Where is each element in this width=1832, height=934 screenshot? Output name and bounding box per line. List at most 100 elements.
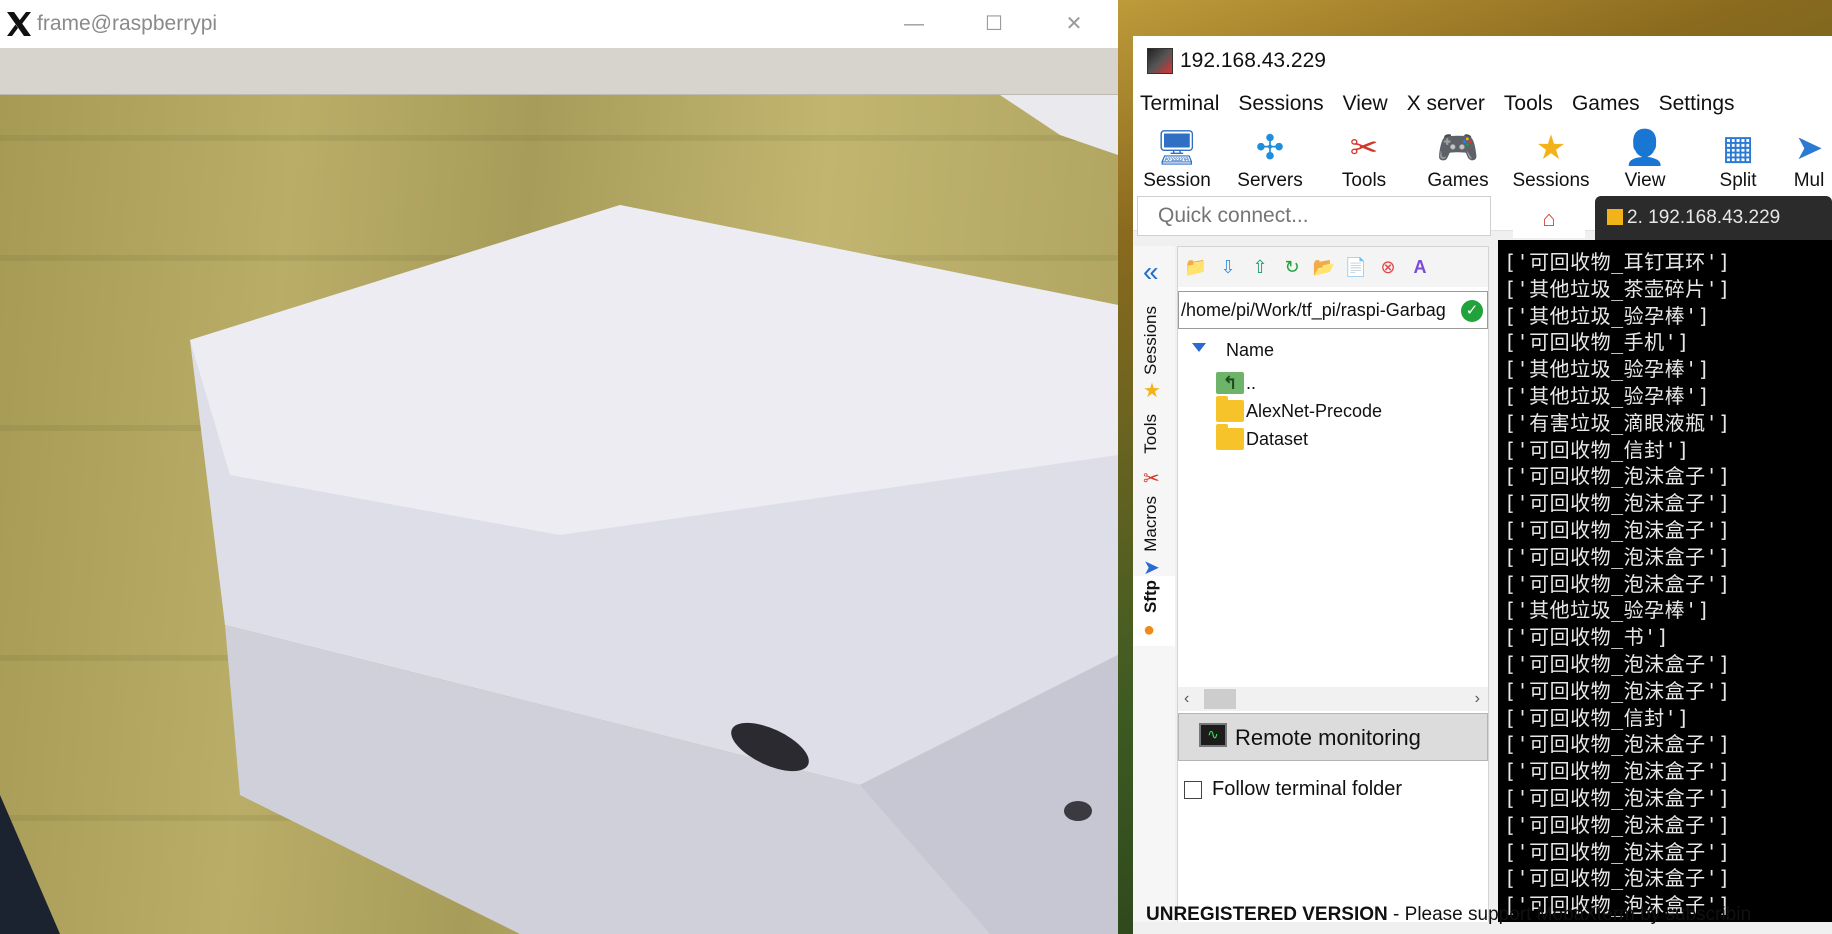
side-tab-bar: « Sessions ★ Tools ✂ Macros ➤ Sftp ● [1133,246,1175,934]
side-tab-tools-label: Tools [1141,414,1160,454]
session-label: Session [1143,170,1211,191]
parent-folder-icon[interactable]: 📁 [1184,255,1208,279]
rename-icon[interactable]: A [1408,255,1432,279]
servers-icon: ✣ [1255,129,1285,167]
sort-arrow-icon [1192,343,1206,352]
paper-plane-icon: ➤ [1143,557,1160,579]
file-name: AlexNet-Precode [1246,401,1383,421]
menu-settings[interactable]: Settings [1652,86,1747,120]
scroll-left-icon[interactable]: ‹ [1184,687,1189,711]
menu-terminal[interactable]: Terminal [1133,86,1231,120]
servers-label: Servers [1237,170,1303,191]
delete-icon[interactable]: ⊗ [1376,255,1400,279]
terminal-line: ['可回收物_泡沫盒子'] [1504,732,1731,757]
session-icon: 🖥 [1155,129,1199,167]
maximize-button[interactable]: ☐ [974,8,1014,40]
side-tab-sftp-label: Sftp [1141,580,1160,614]
side-tab-sessions[interactable]: Sessions ★ [1133,306,1175,411]
menu-view[interactable]: View [1336,86,1400,120]
mobaxterm-window-title: 192.168.43.229 [1180,49,1326,72]
split-icon: ▦ [1721,129,1755,167]
side-tab-sftp[interactable]: Sftp ● [1133,576,1175,646]
follow-terminal-folder-label: Follow terminal folder [1212,778,1403,800]
side-tab-macros[interactable]: Macros ➤ [1133,496,1175,586]
camera-window: frame@raspberrypi — ☐ ✕ [0,0,1118,934]
download-icon[interactable]: ⇩ [1216,255,1240,279]
file-row-parent[interactable]: ↰ .. [1216,369,1486,397]
upload-icon[interactable]: ⇧ [1248,255,1272,279]
menu-games[interactable]: Games [1565,86,1652,120]
mobaxterm-window: 192.168.43.229 Terminal Sessions View X … [1133,36,1832,934]
menu-tools[interactable]: Tools [1497,86,1565,120]
home-tab[interactable]: ⌂ [1513,200,1585,238]
mobaxterm-app-icon [1147,48,1173,74]
tools-icon: ✂ [1143,468,1160,490]
column-name: Name [1226,340,1275,360]
file-row-dataset[interactable]: Dataset [1216,424,1486,453]
session-tab-active[interactable]: 2. 192.168.43.229 [1595,196,1832,240]
tools-label: Tools [1341,170,1387,191]
terminal-line: ['可回收物_信封'] [1504,437,1690,462]
new-folder-icon[interactable]: 📂 [1312,255,1336,279]
sftp-browser: 📁 ⇩ ⇧ ↻ 📂 📄 ⊗ A /home/pi/Work/tf_pi/rasp… [1177,246,1489,934]
star-icon: ★ [1535,129,1567,167]
terminal-line: ['可回收物_手机'] [1504,330,1690,355]
quick-connect-input[interactable] [1137,196,1491,236]
sftp-path-field[interactable]: /home/pi/Work/tf_pi/raspi-Garbag ✓ [1178,291,1488,329]
terminal-line: ['有害垃圾_滴眼液瓶'] [1504,410,1731,435]
file-name: Dataset [1246,429,1309,449]
menu-bar: Terminal Sessions View X server Tools Ga… [1133,86,1832,120]
home-icon: ⌂ [1542,206,1556,231]
camera-window-titlebar[interactable]: frame@raspberrypi — ☐ ✕ [0,0,1118,48]
sftp-globe-icon: ● [1143,619,1156,641]
remote-monitoring-button[interactable]: ∿ Remote monitoring [1178,713,1488,761]
collapse-sidebar-icon[interactable]: « [1143,256,1159,288]
view-label: View [1624,170,1666,191]
terminal-output[interactable]: ['可回收物_耳钉耳环'] ['其他垃圾_茶壶碎片'] ['其他垃圾_验孕棒'] ['… [1498,240,1832,922]
terminal-line: ['可回收物_泡沫盒子'] [1504,464,1731,489]
terminal-line: ['可回收物_书'] [1504,625,1670,650]
terminal-line: ['可回收物_泡沫盒子'] [1504,491,1731,516]
sftp-path-text: /home/pi/Work/tf_pi/raspi-Garbag [1181,300,1446,320]
mobaxterm-titlebar[interactable]: 192.168.43.229 [1133,36,1832,86]
terminal-line: ['可回收物_泡沫盒子'] [1504,786,1731,810]
new-file-icon[interactable]: 📄 [1344,255,1368,279]
sessions-label: Sessions [1512,170,1590,191]
horizontal-scrollbar[interactable]: ‹ › [1178,687,1488,711]
remote-monitoring-label: Remote monitoring [1235,725,1421,750]
side-tab-macros-label: Macros [1141,496,1160,552]
scrollbar-thumb[interactable] [1204,689,1236,709]
file-row-alexnet[interactable]: AlexNet-Precode [1216,396,1486,425]
follow-terminal-folder-checkbox[interactable] [1184,781,1202,799]
unregistered-label: UNREGISTERED VERSION [1146,904,1388,925]
terminal-line: ['其他垃圾_验孕棒'] [1504,303,1711,328]
terminal-line: ['可回收物_信封'] [1504,705,1690,730]
terminal-line: ['其他垃圾_茶壶碎片'] [1504,276,1731,301]
camera-window-toolbar [0,48,1118,95]
terminal-line: ['可回收物_泡沫盒子'] [1504,652,1731,676]
folder-icon [1216,396,1244,422]
folder-icon [1216,424,1244,450]
camera-window-title: frame@raspberrypi [37,12,218,35]
terminal-line: ['可回收物_泡沫盒子'] [1504,518,1731,542]
close-button[interactable]: ✕ [1054,8,1094,40]
camera-frame-image [0,95,1118,934]
key-icon [1607,209,1623,225]
terminal-line: ['可回收物_泡沫盒子'] [1504,544,1731,569]
tools-icon: ✂ [1349,129,1379,167]
refresh-icon[interactable]: ↻ [1280,255,1304,279]
path-ok-icon[interactable]: ✓ [1461,300,1483,322]
minimize-button[interactable]: — [894,8,934,40]
menu-sessions[interactable]: Sessions [1231,86,1335,120]
star-icon: ★ [1143,380,1161,402]
terminal-line: ['可回收物_泡沫盒子'] [1504,571,1731,596]
menu-x-server[interactable]: X server [1400,86,1497,120]
session-tab-label: 2. 192.168.43.229 [1627,207,1781,228]
follow-terminal-folder-row[interactable]: Follow terminal folder [1178,771,1488,811]
sftp-toolbar: 📁 ⇩ ⇧ ↻ 📂 📄 ⊗ A [1178,247,1488,287]
side-tab-tools[interactable]: Tools ✂ [1133,414,1175,504]
terminal-line: ['可回收物_泡沫盒子'] [1504,812,1731,837]
sftp-column-header[interactable]: Name [1178,335,1488,365]
scroll-right-icon[interactable]: › [1475,687,1480,711]
up-directory-icon: ↰ [1216,372,1244,394]
